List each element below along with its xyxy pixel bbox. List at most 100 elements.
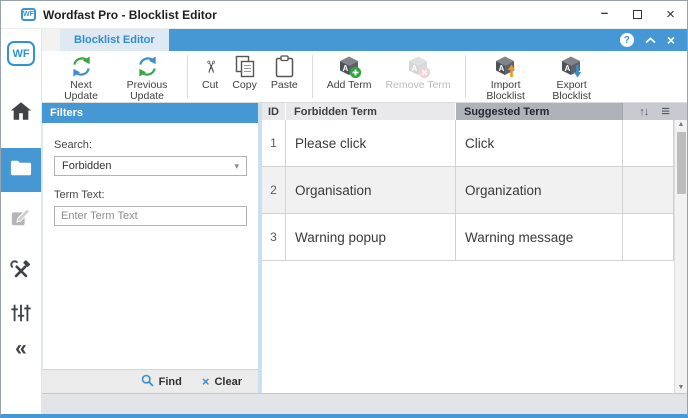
cell-suggested-term[interactable]: Warning message (456, 214, 623, 260)
toolbar-separator (465, 55, 466, 98)
cell-id: 3 (262, 214, 286, 260)
export-blocklist-label: Export Blocklist (546, 80, 598, 102)
cell-forbidden-term[interactable]: Please click (286, 120, 456, 166)
toolbar-separator (187, 55, 188, 98)
column-header-forbidden-term[interactable]: Forbidden Term (286, 103, 456, 120)
maximize-icon (633, 10, 642, 19)
blocklist-table: ID Forbidden Term Suggested Term ↑↓ ≡ 1 … (262, 103, 687, 393)
collapse-sidebar-button[interactable]: « (1, 332, 41, 366)
toolbar-separator (312, 55, 313, 98)
vertical-scrollbar[interactable]: ▲ ▼ (674, 120, 687, 393)
filters-footer: Find × Clear (42, 369, 258, 393)
cell-suggested-term[interactable]: Click (456, 120, 623, 166)
column-header-suggested-term[interactable]: Suggested Term (456, 103, 623, 120)
help-button[interactable]: ? (620, 33, 634, 47)
next-update-button[interactable]: Next Update (48, 51, 114, 102)
cut-button[interactable]: ✂ Cut (195, 51, 225, 102)
term-text-input[interactable] (54, 206, 247, 226)
edit-icon (10, 206, 32, 233)
find-button[interactable]: Find (141, 374, 182, 390)
cell-empty (623, 214, 674, 260)
remove-term-label: Remove Term (385, 80, 450, 91)
svg-text:A: A (565, 64, 571, 73)
filters-panel-title: Filters (42, 103, 258, 123)
search-dropdown-value: Forbidden (62, 160, 112, 172)
filters-panel: Filters Search: Forbidden ▾ Term Text: (42, 103, 258, 393)
table-header: ID Forbidden Term Suggested Term ↑↓ ≡ (262, 103, 687, 120)
sort-icon[interactable]: ↑↓ (639, 106, 648, 118)
tab-bar-fill (169, 29, 620, 51)
import-blocklist-label: Import Blocklist (480, 80, 532, 102)
search-dropdown[interactable]: Forbidden ▾ (54, 156, 247, 176)
help-icon: ? (624, 35, 630, 46)
titlebar: WF Wordfast Pro - Blocklist Editor – × (1, 1, 687, 29)
window-controls: – × (588, 1, 687, 28)
sidebar-item-projects-active[interactable] (1, 148, 41, 192)
copy-label: Copy (232, 80, 257, 91)
clear-button[interactable]: × Clear (202, 374, 242, 389)
paste-button[interactable]: Paste (264, 51, 305, 102)
add-term-icon: A (337, 54, 362, 79)
svg-text:A: A (411, 64, 417, 73)
previous-update-label: Previous Update (121, 80, 173, 102)
minimize-icon: – (601, 5, 608, 20)
paste-icon (274, 54, 295, 79)
sidebar-item-preferences[interactable] (1, 298, 41, 332)
column-header-tools: ↑↓ ≡ (623, 103, 687, 120)
table-row[interactable]: 3 Warning popup Warning message (262, 214, 687, 261)
close-icon: × (666, 6, 675, 23)
search-icon (141, 374, 154, 390)
add-term-label: Add Term (327, 80, 372, 91)
tools-icon (10, 260, 32, 287)
scroll-down-icon[interactable]: ▼ (678, 383, 685, 393)
sidebar-item-editor-disabled (1, 202, 41, 236)
scroll-up-icon[interactable]: ▲ (678, 120, 685, 130)
import-blocklist-icon: A (493, 54, 518, 79)
collapse-panel-button[interactable] (645, 31, 656, 49)
window-title: Wordfast Pro - Blocklist Editor (43, 8, 217, 22)
import-blocklist-button[interactable]: A Import Blocklist (473, 51, 539, 102)
tab-bar: Blocklist Editor ? × (42, 29, 687, 51)
sidebar: WF (1, 29, 42, 414)
collapse-icon: « (15, 339, 27, 359)
svg-text:A: A (342, 64, 348, 73)
cell-id: 2 (262, 167, 286, 213)
term-text-label: Term Text: (54, 189, 247, 201)
cell-id: 1 (262, 120, 286, 166)
maximize-button[interactable] (621, 1, 654, 28)
app-window: WF Wordfast Pro - Blocklist Editor – × W… (0, 0, 688, 418)
table-row[interactable]: 1 Please click Click (262, 120, 687, 167)
column-menu-icon[interactable]: ≡ (661, 103, 670, 120)
svg-text:A: A (499, 64, 505, 73)
toolbar: Next Update Previous Update (42, 51, 687, 103)
cell-forbidden-term[interactable]: Warning popup (286, 214, 456, 260)
scissors-icon: ✂ (200, 59, 220, 73)
clear-label: Clear (214, 376, 242, 388)
tab-bar-lead (42, 29, 60, 51)
cell-suggested-term[interactable]: Organization (456, 167, 623, 213)
copy-button[interactable]: Copy (225, 51, 264, 102)
close-button[interactable]: × (654, 1, 687, 28)
remove-term-icon: A (406, 54, 431, 79)
cell-forbidden-term[interactable]: Organisation (286, 167, 456, 213)
export-blocklist-button[interactable]: A Export Blocklist (539, 51, 605, 102)
tab-blocklist-editor[interactable]: Blocklist Editor (60, 29, 169, 51)
chevron-down-icon: ▾ (234, 161, 239, 172)
add-term-button[interactable]: A Add Term (320, 51, 379, 102)
search-label: Search: (54, 139, 247, 151)
cell-empty (623, 167, 674, 213)
paste-label: Paste (271, 80, 298, 91)
refresh-previous-icon (136, 54, 159, 79)
find-label: Find (159, 376, 182, 388)
minimize-button[interactable]: – (588, 1, 621, 28)
copy-icon (234, 54, 256, 79)
clear-x-icon: × (202, 374, 210, 389)
column-header-id[interactable]: ID (262, 103, 286, 120)
close-tab-button[interactable]: × (667, 33, 675, 47)
previous-update-button[interactable]: Previous Update (114, 51, 180, 102)
scrollbar-thumb[interactable] (677, 132, 686, 194)
sidebar-item-home[interactable] (1, 96, 41, 130)
export-blocklist-icon: A (559, 54, 584, 79)
sidebar-item-tools[interactable] (1, 256, 41, 290)
table-row[interactable]: 2 Organisation Organization (262, 167, 687, 214)
